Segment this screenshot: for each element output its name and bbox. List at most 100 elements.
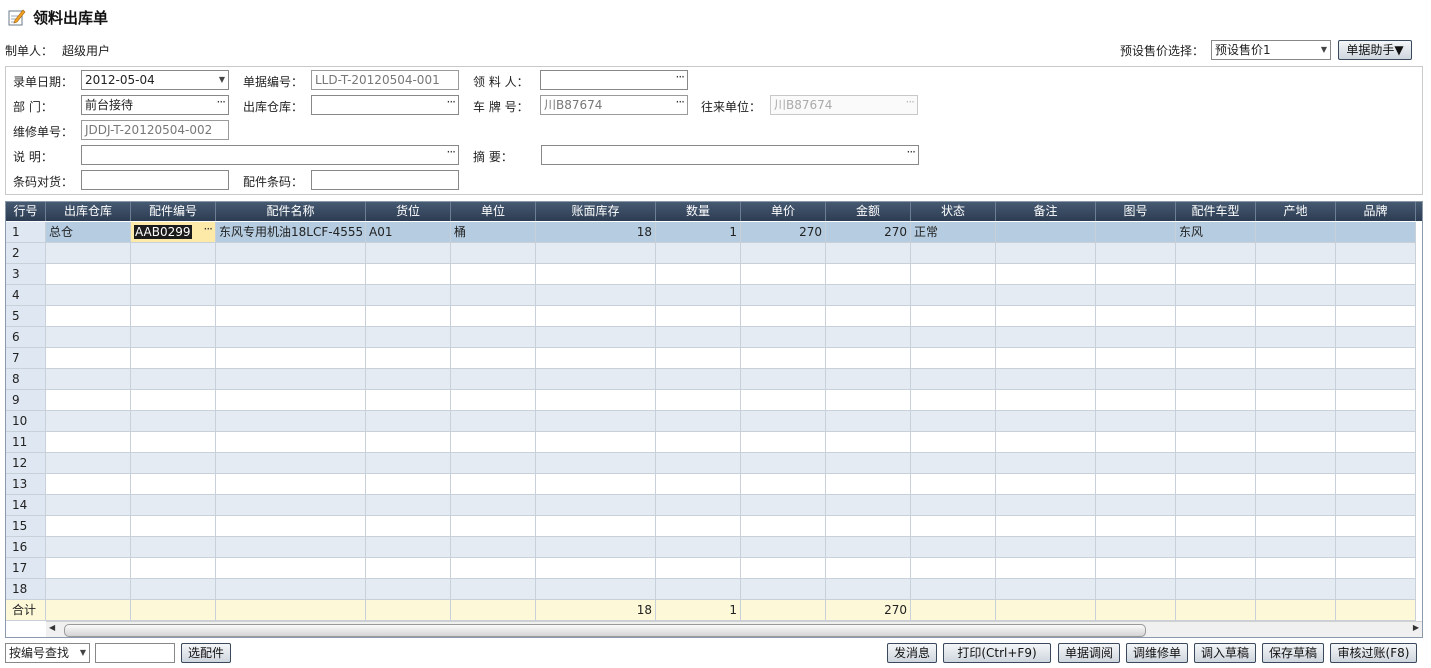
ellipsis-icon[interactable]: ··· — [907, 146, 917, 161]
cell-quantity[interactable] — [656, 327, 741, 348]
table-row[interactable]: 18 — [6, 579, 1422, 600]
cell-part-code[interactable] — [131, 285, 216, 306]
cell-drawing-no[interactable] — [1096, 243, 1176, 264]
cell-book-stock[interactable] — [536, 579, 656, 600]
cell-drawing-no[interactable] — [1096, 348, 1176, 369]
column-header-remark[interactable]: 备注 — [996, 202, 1096, 221]
table-row[interactable]: 9 — [6, 390, 1422, 411]
save-draft-button[interactable]: 保存草稿 — [1262, 643, 1324, 663]
send-message-button[interactable]: 发消息 — [887, 643, 937, 663]
scrollbar-thumb[interactable] — [64, 624, 1146, 637]
cell-part-code[interactable] — [131, 474, 216, 495]
cell-unit[interactable] — [451, 264, 536, 285]
cell-part-code[interactable] — [131, 369, 216, 390]
cell-warehouse[interactable] — [46, 453, 131, 474]
cell-unit[interactable]: 桶 — [451, 222, 536, 243]
horizontal-scrollbar[interactable]: ◀ ▶ — [46, 621, 1422, 637]
cell-remark[interactable] — [996, 390, 1096, 411]
cell-drawing-no[interactable] — [1096, 327, 1176, 348]
cell-part-name[interactable] — [216, 327, 366, 348]
cell-location[interactable] — [366, 558, 451, 579]
search-input[interactable] — [95, 643, 175, 663]
cell-origin[interactable] — [1256, 264, 1336, 285]
cell-brand[interactable] — [1336, 453, 1416, 474]
cell-warehouse[interactable] — [46, 285, 131, 306]
cell-warehouse[interactable] — [46, 537, 131, 558]
cell-warehouse[interactable] — [46, 558, 131, 579]
cell-quantity[interactable] — [656, 348, 741, 369]
cell-vehicle-model[interactable] — [1176, 495, 1256, 516]
cell-quantity[interactable] — [656, 474, 741, 495]
cell-origin[interactable] — [1256, 243, 1336, 264]
ellipsis-icon[interactable]: ··· — [447, 96, 457, 111]
cell-warehouse[interactable]: 总仓 — [46, 222, 131, 243]
cell-book-stock[interactable] — [536, 369, 656, 390]
summary-field[interactable]: ··· — [541, 145, 919, 165]
select-parts-button[interactable]: 选配件 — [181, 643, 231, 663]
cell-book-stock[interactable] — [536, 306, 656, 327]
cell-vehicle-model[interactable] — [1176, 579, 1256, 600]
plate-field[interactable]: 川B87674 ··· — [540, 95, 688, 115]
cell-remark[interactable] — [996, 369, 1096, 390]
cell-location[interactable] — [366, 327, 451, 348]
column-header-brand[interactable]: 品牌 — [1336, 202, 1416, 221]
cell-vehicle-model[interactable] — [1176, 411, 1256, 432]
cell-status[interactable] — [911, 558, 996, 579]
cell-quantity[interactable] — [656, 516, 741, 537]
cell-book-stock[interactable] — [536, 411, 656, 432]
cell-edit-text[interactable]: AAB0299 — [134, 225, 192, 239]
cell-origin[interactable] — [1256, 495, 1336, 516]
cell-unit[interactable] — [451, 348, 536, 369]
cell-quantity[interactable] — [656, 432, 741, 453]
cell-location[interactable] — [366, 579, 451, 600]
cell-warehouse[interactable] — [46, 369, 131, 390]
cell-location[interactable] — [366, 432, 451, 453]
cell-amount[interactable] — [826, 432, 911, 453]
cell-origin[interactable] — [1256, 306, 1336, 327]
cell-quantity[interactable] — [656, 537, 741, 558]
cell-amount[interactable] — [826, 537, 911, 558]
cell-amount[interactable] — [826, 285, 911, 306]
cell-quantity[interactable] — [656, 558, 741, 579]
cell-vehicle-model[interactable] — [1176, 558, 1256, 579]
cell-drawing-no[interactable] — [1096, 579, 1176, 600]
docno-field[interactable]: LLD-T-20120504-001 — [311, 70, 459, 90]
cell-vehicle-model[interactable] — [1176, 474, 1256, 495]
column-header-origin[interactable]: 产地 — [1256, 202, 1336, 221]
cell-part-name[interactable] — [216, 390, 366, 411]
ellipsis-icon[interactable]: ··· — [217, 96, 227, 111]
cell-quantity[interactable] — [656, 243, 741, 264]
cell-part-code[interactable] — [131, 348, 216, 369]
cell-quantity[interactable] — [656, 264, 741, 285]
cell-amount[interactable]: 270 — [826, 222, 911, 243]
cell-remark[interactable] — [996, 558, 1096, 579]
cell-unit-price[interactable] — [741, 453, 826, 474]
cell-brand[interactable] — [1336, 348, 1416, 369]
cell-quantity[interactable] — [656, 411, 741, 432]
cell-quantity[interactable] — [656, 285, 741, 306]
cell-drawing-no[interactable] — [1096, 432, 1176, 453]
cell-book-stock[interactable] — [536, 558, 656, 579]
cell-status[interactable] — [911, 369, 996, 390]
cell-origin[interactable] — [1256, 516, 1336, 537]
cell-vehicle-model[interactable] — [1176, 348, 1256, 369]
cell-remark[interactable] — [996, 411, 1096, 432]
scroll-left-icon[interactable]: ◀ — [49, 623, 55, 632]
cell-unit[interactable] — [451, 306, 536, 327]
cell-location[interactable] — [366, 411, 451, 432]
cell-origin[interactable] — [1256, 474, 1336, 495]
cell-unit-price[interactable] — [741, 411, 826, 432]
cell-unit-price[interactable] — [741, 474, 826, 495]
cell-unit-price[interactable] — [741, 243, 826, 264]
cell-unit-price[interactable] — [741, 285, 826, 306]
cell-drawing-no[interactable] — [1096, 306, 1176, 327]
ellipsis-icon[interactable]: ··· — [447, 146, 457, 161]
cell-location[interactable] — [366, 474, 451, 495]
cell-remark[interactable] — [996, 432, 1096, 453]
cell-unit[interactable] — [451, 411, 536, 432]
cell-book-stock[interactable] — [536, 390, 656, 411]
table-row[interactable]: 14 — [6, 495, 1422, 516]
table-row[interactable]: 11 — [6, 432, 1422, 453]
cell-unit-price[interactable] — [741, 264, 826, 285]
cell-status[interactable] — [911, 516, 996, 537]
